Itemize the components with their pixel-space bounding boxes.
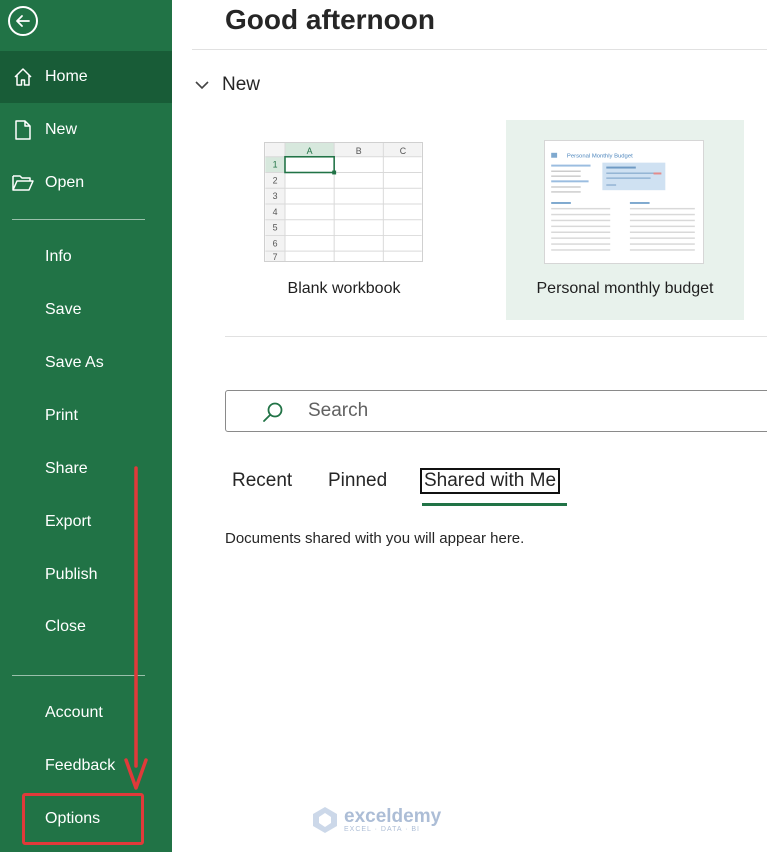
new-section-label: New [222,74,261,95]
sidebar-item-label: Account [45,704,103,721]
search-input[interactable] [308,391,767,431]
sidebar-item-label: Export [45,513,92,530]
greeting-title: Good afternoon [225,4,435,35]
sidebar-item-label: Publish [45,566,98,583]
row-header: 7 [273,252,278,262]
row-header: 1 [273,160,278,170]
header-divider [192,49,767,50]
sidebar-item-home[interactable]: Home [0,51,172,103]
chevron-down-icon [195,81,209,90]
sidebar-item-save[interactable]: Save [0,284,172,336]
sidebar-divider [12,219,145,220]
sidebar-item-new[interactable]: New [0,104,172,156]
sidebar-item-label: Share [45,460,88,477]
watermark-icon [313,807,337,833]
annotation-arrow [124,466,148,790]
new-file-icon [12,119,34,141]
sidebar-item-info[interactable]: Info [0,231,172,283]
row-header: 5 [273,223,278,233]
budget-template-thumbnail: Personal Monthly Budget [544,140,704,264]
row-header: 4 [273,207,278,217]
column-header: A [307,146,313,156]
sidebar-item-label: Close [45,618,86,635]
column-header: C [400,146,407,156]
budget-thumb-title: Personal Monthly Budget [567,154,633,160]
back-button[interactable] [8,6,38,36]
column-header: B [356,146,362,156]
watermark-name: exceldemy [344,806,442,827]
sidebar-item-print[interactable]: Print [0,390,172,442]
active-tab-indicator [422,503,567,506]
template-name: Personal monthly budget [536,280,714,297]
open-folder-icon [12,172,34,194]
tab-pinned[interactable]: Pinned [328,470,387,492]
section-divider [225,336,767,337]
sidebar-item-label: Open [45,174,85,191]
sidebar-item-label: Save As [45,354,104,371]
template-name: Blank workbook [287,280,401,297]
blank-workbook-thumbnail: A B C 1 2 3 4 5 6 7 [264,142,423,262]
home-icon [12,66,34,88]
sidebar-item-label: Home [45,68,88,85]
search-box[interactable] [225,390,767,432]
annotation-highlight-box [22,793,144,845]
empty-state-message: Documents shared with you will appear he… [225,530,525,547]
row-header: 3 [273,191,278,201]
sidebar-item-label: Feedback [45,757,116,774]
new-section-toggle[interactable]: New [194,74,260,96]
search-icon [263,402,283,422]
watermark-logo: exceldemy EXCEL · DATA · BI [310,805,441,835]
sidebar-item-label: Save [45,301,82,318]
sidebar-item-label: New [45,121,78,138]
tab-recent[interactable]: Recent [232,470,292,492]
backstage-main: Good afternoon New Blank workbook A B C … [172,0,767,852]
sidebar-item-label: Print [45,407,78,424]
back-arrow-icon [16,15,30,27]
row-header: 6 [273,238,278,248]
sidebar-item-save-as[interactable]: Save As [0,337,172,389]
watermark-tagline: EXCEL · DATA · BI [344,826,420,833]
backstage-sidebar: Home New Open Info Save Save As Print Sh… [0,0,172,852]
tab-shared-with-me[interactable]: Shared with Me [420,468,561,494]
sidebar-item-open[interactable]: Open [0,157,172,209]
row-header: 2 [273,175,278,185]
sidebar-item-label: Info [45,248,72,265]
